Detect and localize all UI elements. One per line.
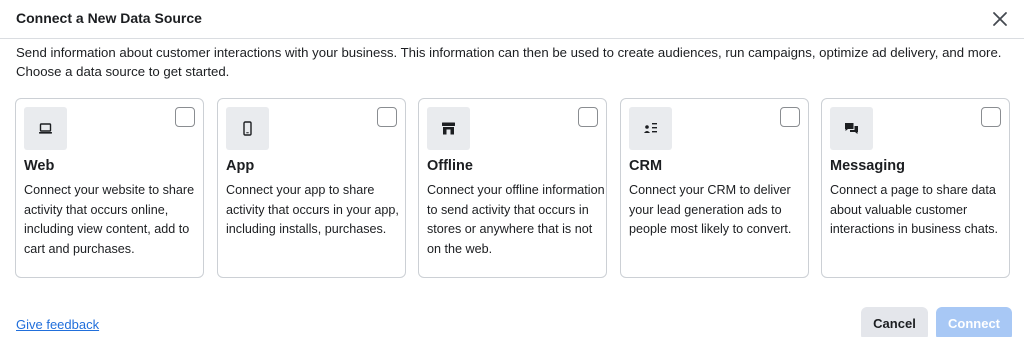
card-title-offline: Offline bbox=[427, 158, 473, 174]
data-source-card-crm[interactable]: CRM Connect your CRM to deliver your lea… bbox=[620, 98, 809, 278]
card-description-offline: Connect your offline information to send… bbox=[427, 183, 605, 256]
storefront-icon bbox=[442, 122, 455, 135]
dialog-header: Connect a New Data Source bbox=[0, 0, 1024, 39]
cancel-button[interactable]: Cancel bbox=[861, 307, 928, 337]
laptop-icon bbox=[39, 123, 52, 134]
card-title-messaging: Messaging bbox=[830, 158, 905, 174]
data-source-card-offline[interactable]: Offline Connect your offline information… bbox=[418, 98, 607, 278]
icon-tile bbox=[629, 107, 672, 150]
people-list-icon bbox=[644, 123, 657, 133]
card-description-crm: Connect your CRM to deliver your lead ge… bbox=[629, 183, 792, 236]
crm-checkbox[interactable] bbox=[780, 107, 800, 127]
card-title-crm: CRM bbox=[629, 158, 663, 174]
card-description-messaging: Connect a page to share data about valua… bbox=[830, 183, 999, 236]
data-source-card-messaging[interactable]: Messaging Connect a page to share data a… bbox=[821, 98, 1010, 278]
app-checkbox[interactable] bbox=[377, 107, 397, 127]
give-feedback-link[interactable]: Give feedback bbox=[16, 317, 99, 332]
web-checkbox[interactable] bbox=[175, 107, 195, 127]
mobile-phone-icon bbox=[243, 121, 252, 136]
icon-tile bbox=[24, 107, 67, 150]
chat-bubbles-icon bbox=[845, 123, 858, 134]
dialog-title: Connect a New Data Source bbox=[16, 10, 202, 26]
connect-button[interactable]: Connect bbox=[936, 307, 1012, 337]
card-description-web: Connect your website to share activity t… bbox=[24, 183, 195, 256]
icon-tile bbox=[427, 107, 470, 150]
card-description-app: Connect your app to share activity that … bbox=[226, 183, 399, 236]
data-source-cards: Web Connect your website to share activi… bbox=[15, 98, 1015, 280]
messaging-checkbox[interactable] bbox=[981, 107, 1001, 127]
data-source-card-app[interactable]: App Connect your app to share activity t… bbox=[217, 98, 406, 278]
dialog-description: Send information about customer interact… bbox=[16, 45, 1002, 79]
card-title-web: Web bbox=[24, 158, 55, 174]
connect-data-source-dialog: Connect a New Data Source Send informati… bbox=[0, 0, 1024, 337]
offline-checkbox[interactable] bbox=[578, 107, 598, 127]
card-title-app: App bbox=[226, 158, 255, 174]
icon-tile bbox=[830, 107, 873, 150]
icon-tile bbox=[226, 107, 269, 150]
data-source-card-web[interactable]: Web Connect your website to share activi… bbox=[15, 98, 204, 278]
close-icon[interactable] bbox=[990, 9, 1010, 29]
